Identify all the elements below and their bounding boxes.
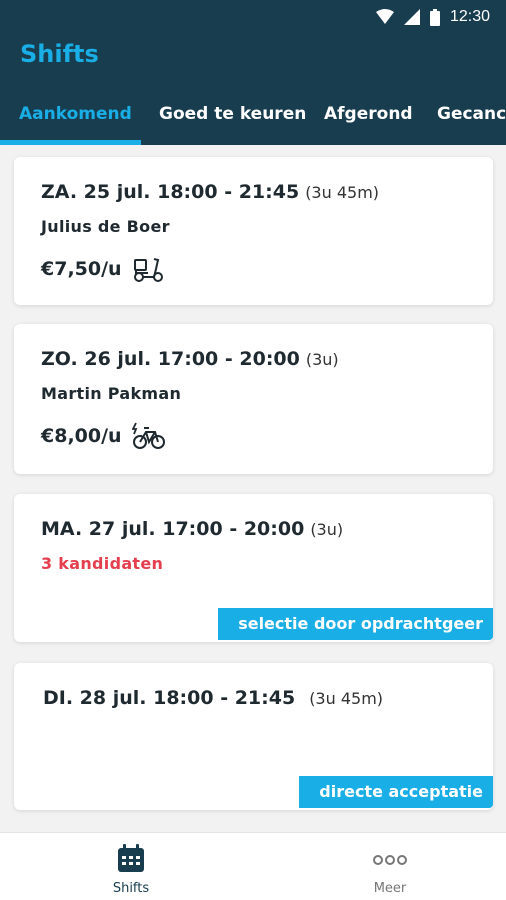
shift-card[interactable]: DI. 28 jul. 18:00 - 21:45 (3u 45m) direct…	[14, 663, 493, 810]
page-title: Shifts	[20, 40, 99, 68]
tab-bar: Aankomend Goed te keuren Afgerond Gecanc…	[0, 98, 506, 145]
shift-card[interactable]: ZA. 25 jul. 18:00 - 21:45 (3u 45m) Julius…	[14, 157, 493, 305]
candidates-count: 3 kandidaten	[41, 554, 164, 573]
shift-date-time: ZO. 26 jul. 17:00 - 20:00 (3u)	[41, 348, 339, 370]
shift-card[interactable]: MA. 27 jul. 17:00 - 20:00 (3u) 3 kandidat…	[14, 494, 493, 642]
shift-date-time-text: ZO. 26 jul. 17:00 - 20:00	[41, 348, 300, 370]
nav-label-shifts: Shifts	[112, 881, 150, 896]
wifi-icon	[375, 9, 394, 24]
shift-rate: €7,50/u	[41, 255, 164, 283]
rate-text: €7,50/u	[41, 258, 122, 280]
active-tab-indicator	[0, 140, 141, 145]
nav-label-meer: Meer	[373, 881, 407, 896]
scooter-icon	[133, 258, 163, 282]
shift-duration: (3u)	[305, 350, 339, 369]
app-bar: Shifts Aankomend Goed te keuren Afgerond…	[0, 36, 506, 145]
bottom-navigation: Shifts Meer	[0, 832, 506, 900]
tab-afgerond[interactable]: Afgerond	[324, 98, 413, 145]
status-time: 12:30	[449, 8, 490, 25]
shift-date-time-text: DI. 28 jul. 18:00 - 21:45	[43, 687, 296, 709]
tab-goed-te-keuren[interactable]: Goed te keuren	[159, 98, 306, 145]
nav-item-shifts[interactable]: Shifts	[81, 843, 181, 896]
nav-item-meer[interactable]: Meer	[340, 843, 440, 896]
shift-duration: (3u 45m)	[305, 183, 380, 202]
shift-date-time-text: ZA. 25 jul. 18:00 - 21:45	[41, 181, 300, 203]
calendar-icon	[118, 844, 144, 872]
acceptance-badge: directe acceptatie	[299, 776, 493, 808]
client-name: Martin Pakman	[41, 384, 182, 403]
client-name: Julius de Boer	[41, 217, 170, 236]
shift-duration: (3u)	[310, 520, 344, 539]
shift-duration: (3u 45m)	[309, 689, 384, 708]
shift-date-time: DI. 28 jul. 18:00 - 21:45 (3u 45m)	[43, 687, 383, 709]
rate-text: €8,00/u	[41, 425, 122, 447]
shift-date-time: ZA. 25 jul. 18:00 - 21:45 (3u 45m)	[41, 181, 379, 203]
battery-icon	[429, 8, 440, 26]
more-icon	[373, 855, 407, 865]
shift-date-time: MA. 27 jul. 17:00 - 20:00 (3u)	[41, 518, 343, 540]
status-bar: 12:30	[0, 0, 506, 36]
shift-rate: €8,00/u	[41, 422, 166, 450]
selection-badge: selectie door opdrachtgeer	[218, 608, 493, 640]
tab-aankomend[interactable]: Aankomend	[19, 98, 132, 145]
tab-gecanceld[interactable]: Gecance	[437, 98, 506, 145]
signal-icon	[403, 9, 420, 25]
shift-date-time-text: MA. 27 jul. 17:00 - 20:00	[41, 518, 305, 540]
e-bike-icon	[131, 422, 165, 449]
shift-card[interactable]: ZO. 26 jul. 17:00 - 20:00 (3u) Martin Pak…	[14, 324, 493, 474]
